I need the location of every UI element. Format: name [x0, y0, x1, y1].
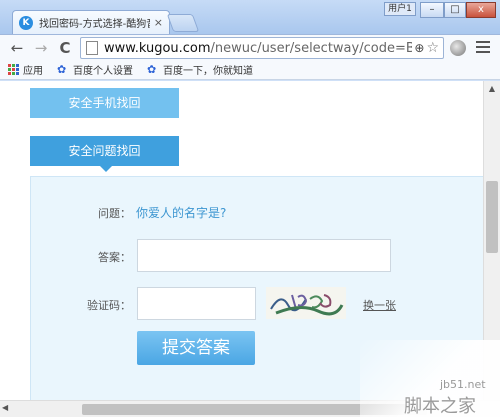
apps-icon [8, 64, 19, 75]
extension-globe-icon[interactable] [450, 40, 466, 56]
reload-button[interactable]: C [56, 39, 74, 57]
zoom-icon[interactable]: ⊕ [414, 41, 424, 55]
tab-question-recovery[interactable]: 安全问题找回 [30, 136, 179, 172]
vertical-scroll-thumb[interactable] [486, 181, 498, 253]
close-window-button[interactable]: x [466, 2, 496, 18]
url-text[interactable]: www.kugou.com/newuc/user/selectway/code=… [104, 41, 412, 56]
baidu-paw-icon: ✿ [57, 62, 67, 76]
bookmarks-bar: 应用 ✿ 百度个人设置 ✿ 百度一下，你就知道 [0, 60, 500, 80]
question-label: 问题： [98, 207, 131, 220]
address-bar[interactable]: www.kugou.com/newuc/user/selectway/code=… [80, 37, 444, 59]
bookmark-baidu-settings[interactable]: ✿ 百度个人设置 [57, 62, 133, 77]
captcha-label: 验证码： [87, 299, 131, 312]
tab-close-icon[interactable]: × [154, 16, 163, 29]
bookmark-apps[interactable]: 应用 [8, 62, 43, 77]
browser-toolbar: ← → C www.kugou.com/newuc/user/selectway… [0, 34, 500, 60]
answer-label: 答案： [98, 251, 131, 264]
title-bar: K 找回密码-方式选择-酷狗音乐 × 用户1 – □ x [0, 0, 500, 34]
back-button[interactable]: ← [8, 39, 26, 57]
question-value: 你爱人的名字是? [136, 206, 227, 220]
bookmark-baidu-search[interactable]: ✿ 百度一下，你就知道 [147, 62, 253, 77]
bookmark-label: 百度个人设置 [73, 66, 133, 77]
maximize-button[interactable]: □ [444, 2, 466, 18]
scroll-up-arrow-icon[interactable]: ▲ [484, 81, 500, 97]
captcha-input[interactable] [137, 287, 256, 320]
bookmark-label: 百度一下，你就知道 [163, 66, 253, 77]
refresh-captcha-link[interactable]: 换一张 [363, 297, 396, 313]
answer-input[interactable] [137, 239, 391, 272]
watermark-name: 脚本之家 [404, 396, 476, 417]
kugou-favicon-icon: K [19, 15, 33, 30]
bookmark-star-icon[interactable]: ☆ [426, 40, 439, 56]
tab-title: 找回密码-方式选择-酷狗音乐 [39, 19, 150, 30]
page-icon [86, 41, 98, 55]
user-profile-button[interactable]: 用户1 [384, 2, 416, 16]
tab-phone-recovery[interactable]: 安全手机找回 [30, 88, 179, 118]
captcha-image[interactable] [266, 287, 346, 319]
browser-tab[interactable]: K 找回密码-方式选择-酷狗音乐 × [12, 10, 170, 34]
minimize-button[interactable]: – [420, 2, 444, 18]
baidu-paw-icon: ✿ [147, 62, 157, 76]
url-host: www.kugou.com [104, 40, 211, 56]
url-path: /newuc/user/selectway/code=BFF402 [210, 40, 413, 56]
bookmark-label: 应用 [23, 66, 43, 77]
menu-icon[interactable] [476, 41, 490, 55]
submit-answer-button[interactable]: 提交答案 [137, 331, 255, 365]
scroll-left-arrow-icon[interactable]: ◀ [2, 403, 8, 412]
new-tab-button[interactable] [166, 14, 200, 32]
forward-button[interactable]: → [32, 39, 50, 57]
watermark-site: jb51.net [440, 378, 486, 391]
